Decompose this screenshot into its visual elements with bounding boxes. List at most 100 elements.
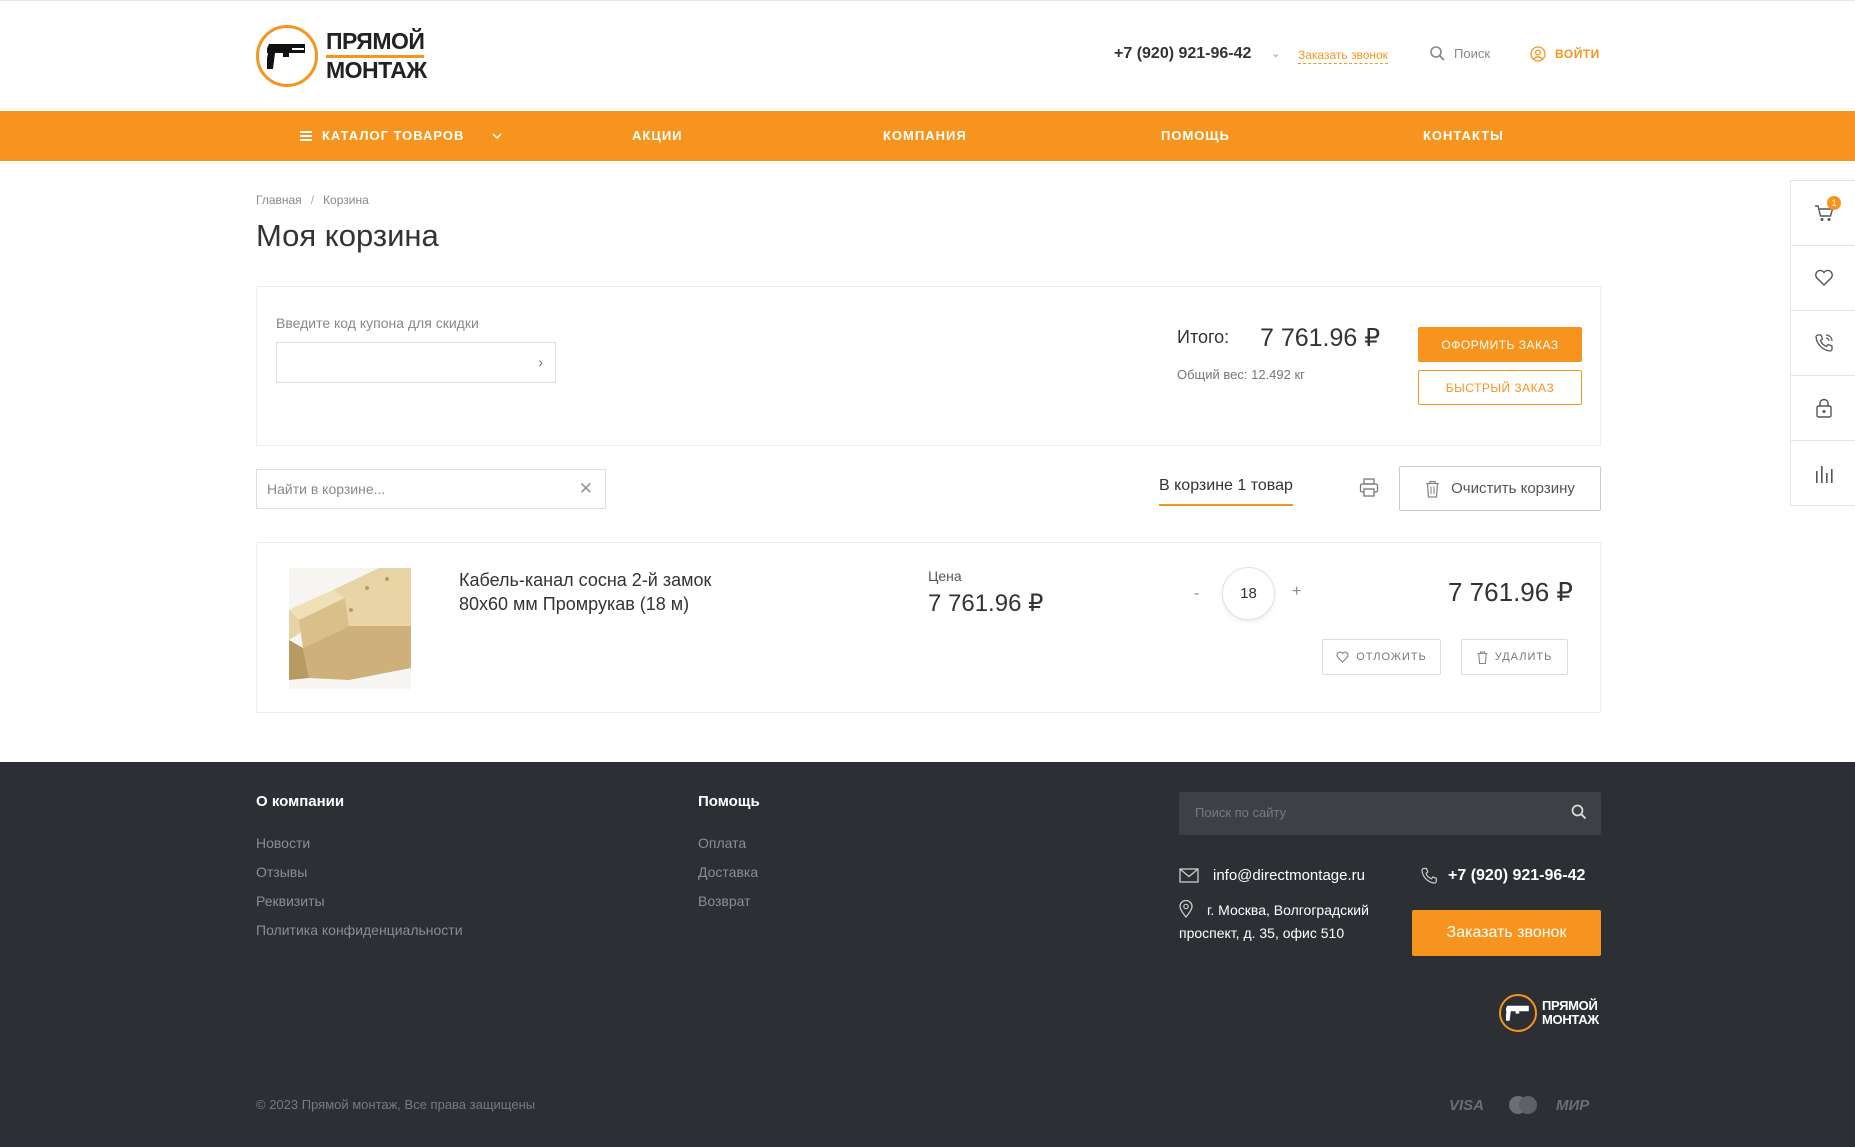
quantity-input[interactable]: 18: [1222, 567, 1275, 620]
cart-search-input[interactable]: Найти в корзине... ✕: [256, 469, 606, 509]
hammer-drill-icon: [1506, 1005, 1529, 1021]
callback-link[interactable]: Заказать звонок: [1298, 48, 1388, 64]
clear-cart-label: Очистить корзину: [1451, 480, 1575, 497]
cable-channel-image: [289, 568, 411, 689]
cart-summary: Введите код купона для скидки › Итого: 7…: [256, 286, 1601, 446]
nav-promos[interactable]: АКЦИИ: [632, 128, 683, 143]
total-weight: Общий вес: 12.492 кг: [1177, 367, 1305, 382]
footer-link-news[interactable]: Новости: [256, 835, 310, 851]
user-icon: [1530, 46, 1546, 62]
phone-call-icon: [1814, 334, 1833, 352]
chevron-right-icon[interactable]: ›: [538, 354, 543, 370]
footer-link-payment[interactable]: Оплата: [698, 835, 746, 851]
footer-search-input[interactable]: Поиск по сайту: [1179, 792, 1601, 835]
login-label: ВОЙТИ: [1555, 47, 1600, 61]
footer-about-title: О компании: [256, 793, 345, 810]
breadcrumb-home[interactable]: Главная: [256, 193, 302, 207]
footer-logo-text: ПРЯМОЙ МОНТАЖ: [1542, 999, 1599, 1027]
nav-company[interactable]: КОМПАНИЯ: [883, 128, 967, 143]
header-search-button[interactable]: Поиск: [1430, 46, 1490, 61]
unit-price: 7 761.96 ₽: [928, 590, 1044, 617]
compare-chart-icon: [1815, 465, 1833, 483]
breadcrumb-current: Корзина: [323, 193, 369, 207]
defer-label: ОТЛОЖИТЬ: [1356, 651, 1427, 663]
search-icon: [1430, 46, 1445, 61]
lock-icon: [1815, 398, 1832, 418]
coupon-input[interactable]: ›: [276, 342, 556, 383]
clear-cart-button[interactable]: Очистить корзину: [1399, 466, 1601, 511]
footer-logo-mark: [1499, 994, 1537, 1032]
main-nav: КАТАЛОГ ТОВАРОВ АКЦИИ КОМПАНИЯ ПОМОЩЬ КО…: [0, 111, 1855, 161]
cart-search-placeholder: Найти в корзине...: [267, 481, 386, 497]
menu-icon: [300, 130, 312, 141]
logo-line1: ПРЯМОЙ: [326, 29, 425, 58]
heart-icon: [1814, 269, 1833, 286]
footer-link-requisites[interactable]: Реквизиты: [256, 893, 325, 909]
quantity-increase-button[interactable]: +: [1292, 583, 1301, 601]
footer-link-return[interactable]: Возврат: [698, 893, 751, 909]
cart-count-badge: 1: [1827, 196, 1841, 210]
page-title: Моя корзина: [256, 218, 439, 253]
chevron-down-icon[interactable]: ⌄: [1271, 47, 1280, 60]
side-callback-button[interactable]: [1791, 311, 1855, 376]
mastercard-icon: [1508, 1095, 1538, 1119]
footer-link-reviews[interactable]: Отзывы: [256, 864, 307, 880]
footer-link-privacy[interactable]: Политика конфиденциальности: [256, 922, 463, 938]
hammer-drill-icon: [267, 44, 305, 69]
footer-logo[interactable]: ПРЯМОЙ МОНТАЖ: [1499, 994, 1599, 1032]
nav-contacts[interactable]: КОНТАКТЫ: [1423, 128, 1504, 143]
print-button[interactable]: [1359, 478, 1379, 502]
search-label: Поиск: [1454, 46, 1491, 61]
quantity-decrease-button[interactable]: -: [1194, 585, 1199, 603]
delete-button[interactable]: УДАЛИТЬ: [1461, 639, 1568, 675]
search-icon: [1571, 804, 1587, 820]
price-label: Цена: [928, 568, 962, 584]
footer-link-delivery[interactable]: Доставка: [698, 864, 758, 880]
cart-item: Кабель-канал сосна 2-й замок 80х60 мм Пр…: [256, 542, 1601, 713]
trash-icon: [1426, 480, 1440, 498]
phone-icon: [1421, 867, 1437, 884]
side-account-button[interactable]: [1791, 376, 1855, 441]
product-image[interactable]: [289, 568, 411, 689]
footer-email[interactable]: info@directmontage.ru: [1179, 867, 1365, 884]
trash-icon: [1477, 650, 1488, 664]
breadcrumb-separator: /: [310, 193, 315, 207]
printer-icon: [1359, 478, 1379, 497]
footer-search-placeholder: Поиск по сайту: [1195, 805, 1287, 820]
copyright: © 2023 Прямой монтаж, Все права защищены: [256, 1097, 536, 1112]
breadcrumb: Главная / Корзина: [256, 193, 369, 207]
side-panel: 1: [1790, 180, 1855, 506]
close-icon[interactable]: ✕: [579, 479, 593, 499]
total-value: 7 761.96 ₽: [1260, 324, 1381, 352]
nav-catalog[interactable]: КАТАЛОГ ТОВАРОВ: [300, 128, 502, 143]
product-name[interactable]: Кабель-канал сосна 2-й замок 80х60 мм Пр…: [459, 568, 719, 616]
quick-order-button[interactable]: БЫСТРЫЙ ЗАКАЗ: [1418, 370, 1582, 405]
footer-phone[interactable]: +7 (920) 921-96-42: [1420, 867, 1585, 885]
chevron-down-icon: [492, 132, 502, 139]
heart-icon: [1336, 651, 1349, 663]
footer-callback-button[interactable]: Заказать звонок: [1412, 910, 1601, 956]
footer-logo-line2: МОНТАЖ: [1542, 1012, 1599, 1027]
footer-phone-text: +7 (920) 921-96-42: [1448, 867, 1586, 884]
coupon-label: Введите код купона для скидки: [276, 315, 479, 331]
page: ПРЯМОЙ МОНТАЖ +7 (920) 921-96-42 ⌄ Заказ…: [0, 0, 1855, 1147]
logo-mark: [256, 25, 318, 87]
login-button[interactable]: ВОЙТИ: [1530, 46, 1600, 62]
total-label: Итого:: [1177, 327, 1230, 347]
logo[interactable]: ПРЯМОЙ МОНТАЖ: [256, 25, 427, 87]
header-phone[interactable]: +7 (920) 921-96-42: [1114, 45, 1251, 63]
side-favorites-button[interactable]: [1791, 246, 1855, 311]
side-compare-button[interactable]: [1791, 441, 1855, 506]
nav-catalog-label: КАТАЛОГ ТОВАРОВ: [322, 128, 465, 143]
footer: О компании Новости Отзывы Реквизиты Поли…: [0, 762, 1855, 1147]
side-cart-button[interactable]: 1: [1791, 181, 1855, 246]
logo-line2: МОНТАЖ: [326, 57, 427, 83]
checkout-button[interactable]: ОФОРМИТЬ ЗАКАЗ: [1418, 327, 1582, 362]
item-total: 7 761.96 ₽: [1448, 577, 1573, 607]
nav-help[interactable]: ПОМОЩЬ: [1161, 128, 1230, 143]
defer-button[interactable]: ОТЛОЖИТЬ: [1322, 639, 1441, 675]
visa-logo: VISA: [1449, 1097, 1485, 1114]
footer-search-button[interactable]: [1571, 804, 1587, 825]
envelope-icon: [1179, 868, 1199, 883]
cart-items-count: В корзине 1 товар: [1159, 477, 1293, 506]
